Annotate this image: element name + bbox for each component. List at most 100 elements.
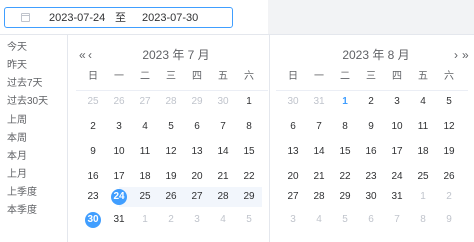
date-cell[interactable]: 9	[80, 142, 106, 162]
date-cell[interactable]: 1	[410, 187, 436, 207]
date-cell[interactable]: 14	[306, 142, 332, 162]
shortcut-item[interactable]: 本周	[7, 133, 27, 145]
date-cell[interactable]: 16	[358, 142, 384, 162]
shortcut-item[interactable]: 昨天	[7, 60, 27, 72]
date-cell[interactable]: 23	[80, 187, 106, 207]
date-range-input[interactable]: 2023-07-24 至 2023-07-30	[4, 7, 233, 28]
date-cell[interactable]: 13	[280, 142, 306, 162]
date-cell[interactable]: 28	[210, 187, 236, 207]
date-cell[interactable]: 27	[184, 187, 210, 207]
next-month-button[interactable]: ›	[454, 48, 458, 62]
date-cell[interactable]: 7	[384, 210, 410, 230]
date-cell[interactable]: 12	[158, 142, 184, 162]
date-cell[interactable]: 9	[436, 210, 462, 230]
date-cell[interactable]: 30	[358, 187, 384, 207]
date-cell[interactable]: 11	[410, 117, 436, 137]
date-cell[interactable]: 28	[306, 187, 332, 207]
date-cell[interactable]: 14	[210, 142, 236, 162]
date-cell[interactable]: 21	[306, 167, 332, 187]
shortcut-item[interactable]: 上周	[7, 115, 27, 127]
date-cell[interactable]: 28	[158, 92, 184, 112]
date-cell[interactable]: 5	[332, 210, 358, 230]
date-cell[interactable]: 26	[158, 187, 184, 207]
date-cell[interactable]: 19	[436, 142, 462, 162]
shortcut-item[interactable]: 上季度	[7, 187, 37, 199]
date-cell[interactable]: 11	[132, 142, 158, 162]
shortcut-item[interactable]: 本月	[7, 151, 27, 163]
shortcut-item[interactable]: 今天	[7, 42, 27, 54]
date-cell[interactable]: 19	[158, 167, 184, 187]
date-cell[interactable]: 7	[306, 117, 332, 137]
next-year-button[interactable]: »	[462, 48, 469, 62]
shortcut-item[interactable]: 过去7天	[7, 78, 43, 90]
date-cell[interactable]: 8	[410, 210, 436, 230]
date-cell[interactable]: 6	[280, 117, 306, 137]
date-cell[interactable]: 5	[236, 210, 262, 230]
date-cell[interactable]: 3	[384, 92, 410, 112]
date-cell[interactable]: 6	[358, 210, 384, 230]
date-cell[interactable]: 17	[384, 142, 410, 162]
date-cell[interactable]: 4	[210, 210, 236, 230]
shortcut-item[interactable]: 过去30天	[7, 96, 48, 108]
date-cell[interactable]: 1	[132, 210, 158, 230]
selected-date-cell[interactable]: 30	[80, 210, 106, 230]
date-cell[interactable]: 29	[184, 92, 210, 112]
date-cell[interactable]: 10	[384, 117, 410, 137]
date-cell[interactable]: 25	[80, 92, 106, 112]
selected-date-cell[interactable]: 24	[106, 187, 132, 207]
date-cell[interactable]: 29	[236, 187, 262, 207]
date-cell[interactable]: 29	[332, 187, 358, 207]
date-cell[interactable]: 15	[332, 142, 358, 162]
date-cell[interactable]: 8	[236, 117, 262, 137]
date-cell[interactable]: 15	[236, 142, 262, 162]
date-cell[interactable]: 16	[80, 167, 106, 187]
date-cell[interactable]: 18	[410, 142, 436, 162]
date-cell[interactable]: 2	[358, 92, 384, 112]
date-cell[interactable]: 3	[280, 210, 306, 230]
date-cell[interactable]: 27	[132, 92, 158, 112]
date-cell[interactable]: 30	[210, 92, 236, 112]
date-cell[interactable]: 4	[410, 92, 436, 112]
date-cell[interactable]: 5	[436, 92, 462, 112]
date-cell[interactable]: 2	[158, 210, 184, 230]
date-cell[interactable]: 2	[436, 187, 462, 207]
date-cell[interactable]: 3	[106, 117, 132, 137]
date-cell[interactable]: 2	[80, 117, 106, 137]
shortcut-item[interactable]: 本季度	[7, 205, 37, 217]
date-cell[interactable]: 18	[132, 167, 158, 187]
date-cell[interactable]: 31	[306, 92, 332, 112]
date-cell[interactable]: 22	[236, 167, 262, 187]
date-cell[interactable]: 21	[210, 167, 236, 187]
date-cell[interactable]: 9	[358, 117, 384, 137]
date-cell[interactable]: 26	[436, 167, 462, 187]
date-cell[interactable]: 30	[280, 92, 306, 112]
date-cell[interactable]: 23	[358, 167, 384, 187]
date-cell[interactable]: 4	[306, 210, 332, 230]
range-start-input[interactable]: 2023-07-24	[49, 11, 105, 25]
date-cell[interactable]: 25	[132, 187, 158, 207]
date-cell[interactable]: 10	[106, 142, 132, 162]
date-cell[interactable]: 1	[332, 92, 358, 112]
date-cell[interactable]: 6	[184, 117, 210, 137]
range-end-input[interactable]: 2023-07-30	[142, 11, 198, 25]
date-number: 5	[246, 214, 252, 225]
date-cell[interactable]: 12	[436, 117, 462, 137]
date-cell[interactable]: 24	[384, 167, 410, 187]
date-cell[interactable]: 31	[106, 210, 132, 230]
date-cell[interactable]: 25	[410, 167, 436, 187]
shortcut-item[interactable]: 上月	[7, 169, 27, 181]
date-cell[interactable]: 3	[184, 210, 210, 230]
date-cell[interactable]: 4	[132, 117, 158, 137]
date-cell[interactable]: 7	[210, 117, 236, 137]
date-cell[interactable]: 31	[384, 187, 410, 207]
date-cell[interactable]: 26	[106, 92, 132, 112]
date-cell[interactable]: 5	[158, 117, 184, 137]
date-cell[interactable]: 13	[184, 142, 210, 162]
date-cell[interactable]: 17	[106, 167, 132, 187]
date-cell[interactable]: 20	[280, 167, 306, 187]
date-cell[interactable]: 20	[184, 167, 210, 187]
date-cell[interactable]: 1	[236, 92, 262, 112]
date-cell[interactable]: 27	[280, 187, 306, 207]
date-cell[interactable]: 8	[332, 117, 358, 137]
date-cell[interactable]: 22	[332, 167, 358, 187]
